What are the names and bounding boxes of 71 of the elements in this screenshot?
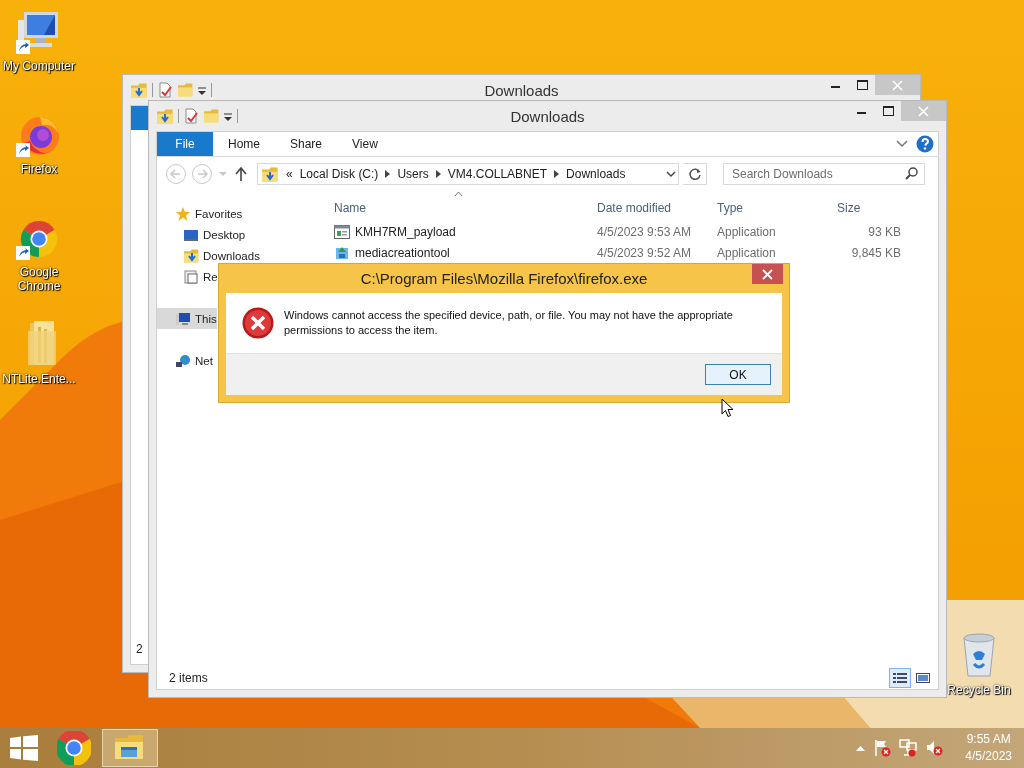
column-header[interactable]: Size <box>829 191 906 221</box>
window-title: Downloads <box>510 107 585 125</box>
folder-icon[interactable] <box>130 82 148 98</box>
size-cell-text: 9,845 KB <box>850 245 902 260</box>
date-cell-text: 4/5/2023 9:53 AM <box>596 224 693 239</box>
close-button[interactable] <box>752 264 783 284</box>
nav-item[interactable]: Favorites <box>157 203 243 224</box>
folder-icon <box>261 165 279 183</box>
column-header[interactable]: Date modified <box>589 191 709 221</box>
close-icon[interactable] <box>762 268 773 280</box>
type-cell-text: Application <box>716 245 777 260</box>
column-header[interactable]: Name <box>326 191 589 221</box>
search-icon[interactable] <box>905 167 918 180</box>
taskbar-app[interactable] <box>102 729 158 767</box>
refresh-icon[interactable] <box>687 167 702 181</box>
maximize-icon[interactable] <box>856 80 868 90</box>
chevron-icon[interactable] <box>435 170 441 178</box>
breadcrumb[interactable]: Local Disk (C:) <box>299 167 379 181</box>
breadcrumb[interactable]: Users <box>397 167 429 181</box>
action-center-icon[interactable] <box>873 739 892 757</box>
up-button[interactable] <box>233 166 249 182</box>
network-icon <box>175 352 191 369</box>
dialog-title: C:\Program Files\Mozilla Firefox\firefox.exe <box>360 270 648 287</box>
nav-item[interactable]: Re <box>157 266 218 287</box>
recent-places-icon <box>183 268 199 285</box>
windows-logo-icon[interactable] <box>10 735 38 761</box>
type-cell-text: Application <box>716 224 777 239</box>
column-header[interactable]: Type <box>709 191 829 221</box>
folder-icon[interactable] <box>156 108 174 124</box>
star-icon <box>175 205 191 222</box>
nav-item[interactable]: Desktop <box>157 224 246 245</box>
date-cell-text: 4/5/2023 9:52 AM <box>596 245 693 260</box>
expand-ribbon-icon[interactable] <box>896 140 908 148</box>
window-title: Downloads <box>484 81 559 99</box>
chevron-icon[interactable] <box>385 170 391 178</box>
file-name[interactable]: KMH7RM_payload <box>355 224 456 239</box>
nav-item[interactable]: Net <box>157 350 213 371</box>
nav-item[interactable]: This <box>157 308 217 329</box>
help-icon[interactable] <box>916 135 934 153</box>
chrome-icon[interactable] <box>57 731 91 765</box>
file-row[interactable]: mediacreationtool 4/5/2023 9:52 AM Application 9,845 KB <box>326 242 938 263</box>
status-text: 2 <box>136 642 143 656</box>
properties-icon[interactable] <box>183 108 199 124</box>
file-menu-tab[interactable]: File <box>157 132 213 156</box>
ribbon-tab[interactable]: Share <box>275 132 338 156</box>
network-icon[interactable] <box>899 739 918 757</box>
ok-button[interactable]: OK <box>705 364 771 385</box>
file-name[interactable]: mediacreationtool <box>355 245 450 260</box>
downloads-folder-icon <box>183 247 199 264</box>
refresh-button[interactable] <box>683 163 707 185</box>
properties-icon[interactable] <box>157 82 173 98</box>
path-overflow[interactable]: « <box>286 167 293 181</box>
chevron-icon[interactable] <box>554 170 560 178</box>
size-cell-text: 93 KB <box>867 224 902 239</box>
nav-item[interactable]: Downloads <box>157 245 260 266</box>
ribbon-tab[interactable]: View <box>337 132 393 156</box>
status-text: 2 items <box>169 671 208 685</box>
address-bar[interactable]: « Local Disk (C:) Users VM4.COLLABNET Downloads <box>257 163 679 185</box>
breadcrumb[interactable]: VM4.COLLABNET <box>447 167 548 181</box>
file-row[interactable]: KMH7RM_payload 4/5/2023 9:53 AM Application 93 KB <box>326 221 938 242</box>
maximize-icon[interactable] <box>882 106 894 116</box>
application-icon <box>334 224 350 239</box>
mouse-cursor-icon <box>721 398 734 418</box>
error-icon <box>242 307 274 339</box>
show-hidden-icons-icon[interactable] <box>856 745 866 751</box>
search-field[interactable]: Search Downloads <box>723 163 925 185</box>
computer-icon <box>175 310 191 327</box>
error-message: Windows cannot access the specified device, path, or file. You may not have the appropriate permissions to access the item. <box>284 308 734 338</box>
breadcrumb[interactable]: Downloads <box>566 167 626 181</box>
ribbon-tab[interactable]: Home <box>213 132 275 156</box>
volume-muted-icon[interactable] <box>925 739 944 757</box>
